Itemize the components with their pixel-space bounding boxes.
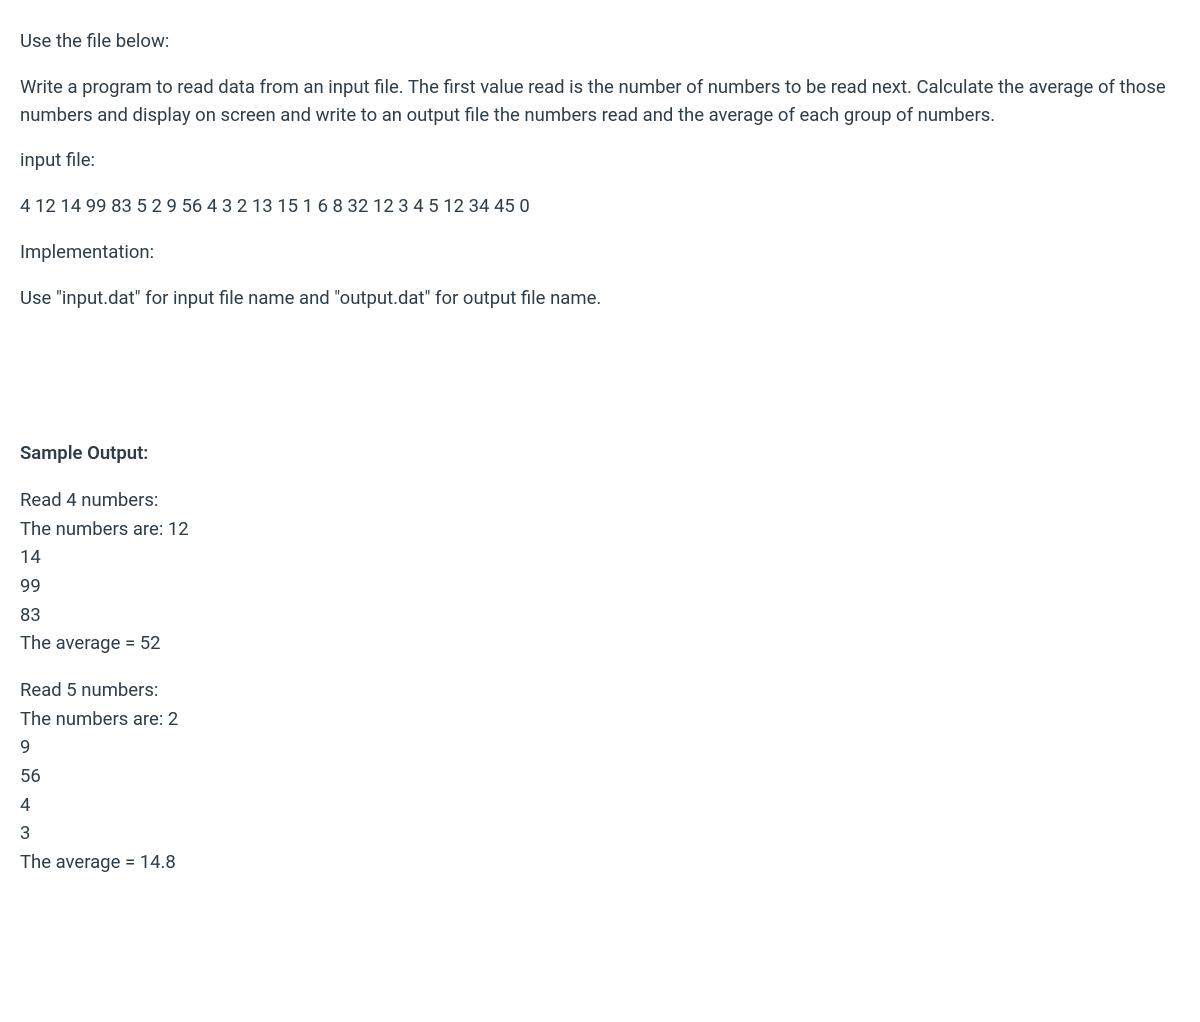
- average-line: The average = 14.8: [20, 848, 1180, 877]
- sample-output-label: Sample Output:: [20, 440, 1180, 468]
- number-value: 56: [20, 762, 1180, 791]
- number-value: 99: [20, 572, 1180, 601]
- spacer: [20, 330, 1180, 440]
- number-value: 14: [20, 543, 1180, 572]
- output-group: Read 5 numbers: The numbers are: 2 9 56 …: [20, 676, 1180, 877]
- read-line: Read 5 numbers:: [20, 676, 1180, 705]
- number-value: 3: [20, 819, 1180, 848]
- output-group: Read 4 numbers: The numbers are: 12 14 9…: [20, 486, 1180, 658]
- intro-text: Use the file below:: [20, 28, 1180, 56]
- number-value: 9: [20, 733, 1180, 762]
- average-line: The average = 52: [20, 629, 1180, 658]
- number-value: 4: [20, 791, 1180, 820]
- input-file-label: input file:: [20, 147, 1180, 175]
- number-value: 83: [20, 601, 1180, 630]
- read-line: Read 4 numbers:: [20, 486, 1180, 515]
- numbers-line: The numbers are: 12: [20, 515, 1180, 544]
- implementation-label: Implementation:: [20, 239, 1180, 267]
- implementation-text: Use "input.dat" for input file name and …: [20, 285, 1180, 313]
- description-text: Write a program to read data from an inp…: [20, 74, 1180, 130]
- numbers-line: The numbers are: 2: [20, 705, 1180, 734]
- input-file-content: 4 12 14 99 83 5 2 9 56 4 3 2 13 15 1 6 8…: [20, 193, 1180, 221]
